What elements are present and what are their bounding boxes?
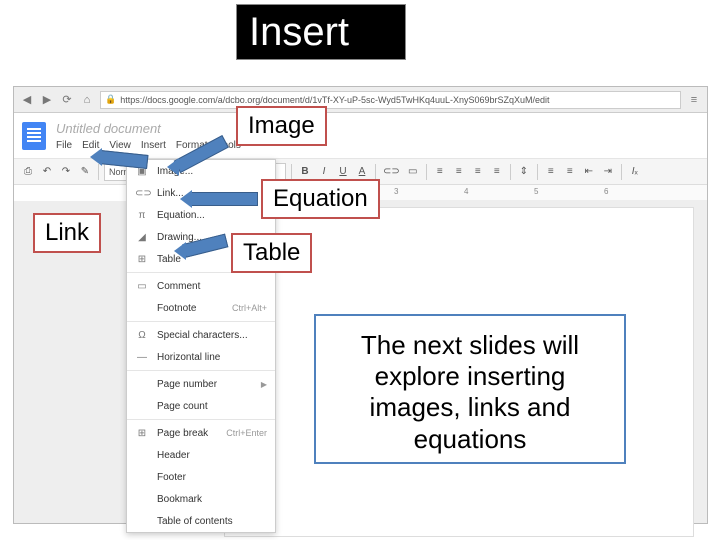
menu-item-footer[interactable]: Footer [127, 466, 275, 488]
menu-item-page-number[interactable]: Page number ▶ [127, 373, 275, 395]
url-text: https://docs.google.com/a/dcbo.org/docum… [120, 95, 549, 105]
menu-item-comment[interactable]: ▭ Comment [127, 275, 275, 297]
menu-item-label: Page count [157, 401, 267, 412]
italic-icon[interactable]: I [316, 163, 332, 181]
arrow-equation [190, 192, 258, 206]
undo-icon[interactable]: ↶ [39, 163, 55, 181]
browser-toolbar: ◀ ▶ ⟳ ⌂ 🔒 https://docs.google.com/a/dcbo… [14, 87, 707, 113]
menu-item-icon: ▭ [135, 281, 149, 292]
back-icon[interactable]: ◀ [20, 93, 34, 107]
menu-item-label: Special characters... [157, 330, 267, 341]
arrow-image [177, 160, 232, 174]
reload-icon[interactable]: ⟳ [60, 93, 74, 107]
arrow-to-insert-menu [100, 150, 148, 164]
docs-logo-icon [22, 122, 46, 150]
menu-file[interactable]: File [56, 140, 72, 151]
clear-format-icon[interactable]: Iₓ [627, 163, 643, 181]
callout-link: Link [33, 213, 101, 253]
menu-item-icon: ◢ [135, 232, 149, 243]
print-icon[interactable]: ⎙ [20, 163, 36, 181]
menu-separator [127, 370, 275, 371]
menu-item-shortcut: Ctrl+Enter [226, 428, 267, 438]
align-left-icon[interactable]: ≡ [432, 163, 448, 181]
menu-item-icon: Ω [135, 330, 149, 341]
redo-icon[interactable]: ↷ [58, 163, 74, 181]
lock-icon: 🔒 [105, 94, 116, 105]
menu-separator [127, 419, 275, 420]
align-center-icon[interactable]: ≡ [451, 163, 467, 181]
bold-icon[interactable]: B [297, 163, 313, 181]
home-icon[interactable]: ⌂ [80, 93, 94, 107]
menu-item-label: Equation... [157, 210, 267, 221]
menu-item-icon: π [135, 210, 149, 221]
menu-item-label: Table of contents [157, 516, 267, 527]
menu-separator [127, 321, 275, 322]
callout-image: Image [236, 106, 327, 146]
align-right-icon[interactable]: ≡ [470, 163, 486, 181]
link-icon[interactable]: ⊂⊃ [381, 163, 402, 181]
bullet-list-icon[interactable]: ≡ [562, 163, 578, 181]
menu-item-header[interactable]: Header [127, 444, 275, 466]
callout-equation: Equation [261, 179, 380, 219]
linespacing-icon[interactable]: ⇕ [516, 163, 532, 181]
menu-item-label: Page number [157, 379, 253, 390]
menu-item-label: Comment [157, 281, 267, 292]
textcolor-icon[interactable]: A [354, 163, 370, 181]
explanation-note: The next slides will explore inserting i… [314, 314, 626, 464]
numbered-list-icon[interactable]: ≡ [543, 163, 559, 181]
insert-dropdown-menu: ▣Image...⊂⊃Link...πEquation...◢Drawing..… [126, 159, 276, 533]
arrow-table [184, 244, 228, 258]
menu-item-table-of-contents[interactable]: Table of contents [127, 510, 275, 532]
comment-icon[interactable]: ▭ [405, 163, 421, 181]
menu-item-page-count[interactable]: Page count [127, 395, 275, 417]
menu-item-bookmark[interactable]: Bookmark [127, 488, 275, 510]
menu-item-footnote[interactable]: Footnote Ctrl+Alt+ [127, 297, 275, 319]
menu-item-icon: — [135, 352, 149, 363]
forward-icon[interactable]: ▶ [40, 93, 54, 107]
menu-item-label: Page break [157, 428, 218, 439]
slide-title-badge: Insert [236, 4, 406, 60]
chevron-right-icon: ▶ [261, 380, 267, 389]
menu-item-label: Horizontal line [157, 352, 267, 363]
menu-item-label: Bookmark [157, 494, 267, 505]
menu-item-icon: ⊞ [135, 254, 149, 265]
menu-item-icon: ⊞ [135, 428, 149, 439]
outdent-icon[interactable]: ⇤ [581, 163, 597, 181]
menu-item-equation[interactable]: π Equation... [127, 204, 275, 226]
underline-icon[interactable]: U [335, 163, 351, 181]
document-title[interactable]: Untitled document [56, 121, 241, 136]
menu-view[interactable]: View [109, 140, 131, 151]
menu-item-horizontal-line[interactable]: — Horizontal line [127, 346, 275, 368]
menu-item-label: Footnote [157, 303, 224, 314]
menu-item-special-characters[interactable]: Ω Special characters... [127, 324, 275, 346]
menu-item-shortcut: Ctrl+Alt+ [232, 303, 267, 313]
menu-item-page-break[interactable]: ⊞ Page break Ctrl+Enter [127, 422, 275, 444]
menu-insert[interactable]: Insert [141, 140, 166, 151]
menu-item-icon: ⊂⊃ [135, 188, 149, 199]
indent-icon[interactable]: ⇥ [600, 163, 616, 181]
callout-table: Table [231, 233, 312, 273]
menu-item-label: Header [157, 450, 267, 461]
menu-icon[interactable]: ≡ [687, 93, 701, 107]
align-justify-icon[interactable]: ≡ [489, 163, 505, 181]
menu-item-label: Footer [157, 472, 267, 483]
url-bar[interactable]: 🔒 https://docs.google.com/a/dcbo.org/doc… [100, 91, 681, 109]
